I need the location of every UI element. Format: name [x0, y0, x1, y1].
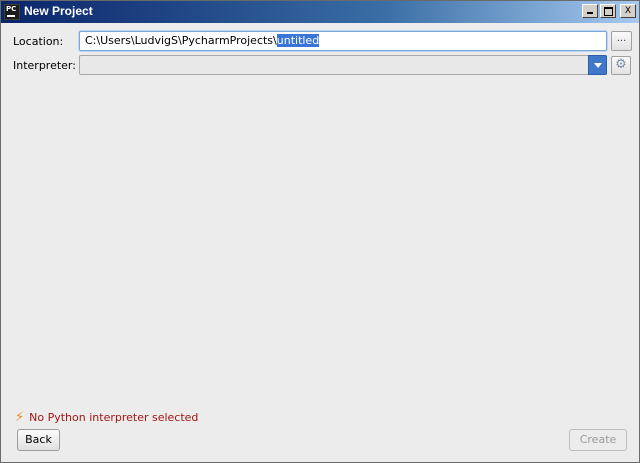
close-button[interactable]: X	[620, 4, 636, 18]
status-text: No Python interpreter selected	[29, 411, 199, 424]
chevron-down-icon[interactable]	[588, 55, 607, 75]
status-message: ⚡ No Python interpreter selected	[15, 411, 198, 424]
interpreter-label: Interpreter:	[13, 59, 76, 72]
interpreter-select[interactable]	[79, 55, 607, 75]
lightning-warning-icon: ⚡	[15, 410, 25, 425]
location-value-prefix: C:\Users\LudvigS\PycharmProjects\	[85, 34, 277, 47]
maximize-button[interactable]	[600, 4, 616, 18]
minimize-button[interactable]	[582, 4, 598, 18]
gear-icon: ⚙	[615, 57, 627, 72]
interpreter-settings-button[interactable]: ⚙	[611, 56, 631, 75]
back-button[interactable]: Back	[17, 429, 60, 451]
location-label: Location:	[13, 35, 64, 48]
new-project-dialog: PC New Project X Location: C:\Users\Ludv…	[0, 0, 640, 463]
location-value-selected: untitled	[276, 34, 320, 47]
window-title: New Project	[24, 4, 93, 18]
title-bar[interactable]: PC New Project X	[1, 1, 639, 23]
pycharm-logo-icon: PC	[4, 4, 20, 20]
location-input[interactable]: C:\Users\LudvigS\PycharmProjects\untitle…	[79, 31, 607, 51]
create-button[interactable]: Create	[569, 429, 627, 451]
browse-button[interactable]: ...	[611, 31, 632, 51]
window-controls: X	[582, 4, 636, 18]
